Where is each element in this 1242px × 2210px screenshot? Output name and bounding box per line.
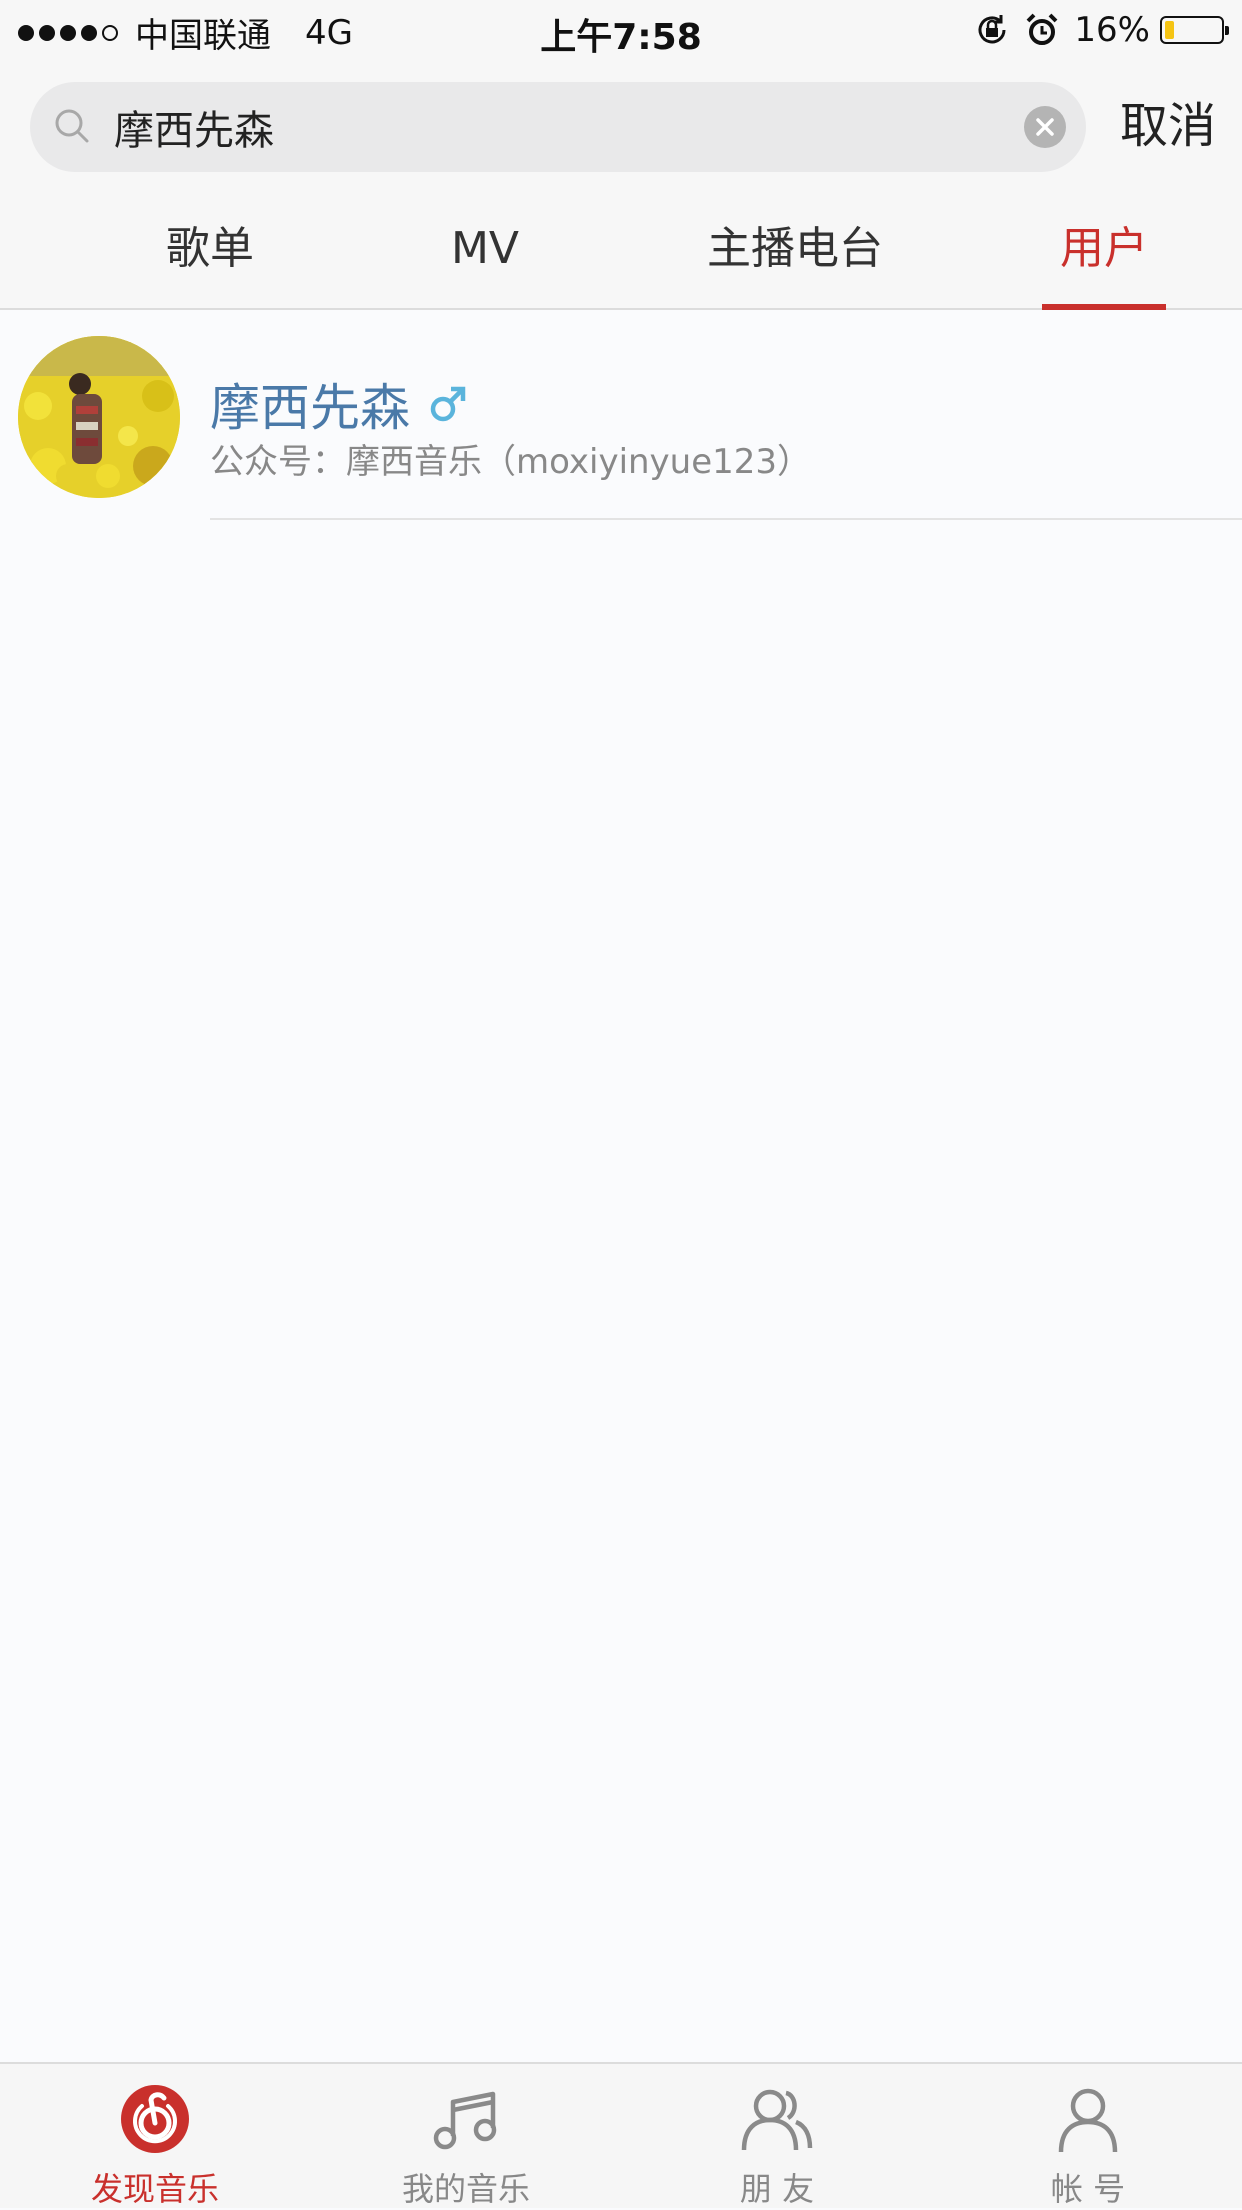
active-tab-indicator xyxy=(1042,304,1166,310)
search-box[interactable] xyxy=(30,82,1086,172)
avatar xyxy=(18,336,180,498)
tabbar-label: 帐 号 xyxy=(1050,2170,1126,2208)
tabbar-item-account[interactable]: 帐 号 xyxy=(933,2064,1242,2208)
tabbar-label: 发现音乐 xyxy=(90,2170,219,2208)
netease-music-icon xyxy=(0,2082,310,2156)
tab-mv[interactable]: MV xyxy=(395,190,575,308)
tabbar-item-discover[interactable]: 发现音乐 xyxy=(0,2064,310,2208)
search-icon xyxy=(52,106,92,150)
cancel-button[interactable]: 取消 xyxy=(1120,86,1216,166)
status-right: 16% xyxy=(974,10,1229,50)
alarm-icon xyxy=(1024,12,1060,48)
user-name-line: 摩西先森 xyxy=(210,368,468,440)
rotation-lock-icon xyxy=(974,12,1010,48)
status-bar: 中国联通 4G 上午7:58 16% xyxy=(0,0,1242,62)
battery-level xyxy=(1165,21,1174,39)
clear-search-button[interactable] xyxy=(1024,106,1066,148)
tabbar-label: 朋 友 xyxy=(739,2170,815,2208)
user-description: 公众号：摩西音乐（moxiyinyue123） xyxy=(210,442,812,482)
tabbar-label: 我的音乐 xyxy=(401,2170,530,2208)
bottom-tab-bar: 发现音乐 我的音乐 朋 友 帐 号 xyxy=(0,2062,1242,2208)
tab-users[interactable]: 用户 xyxy=(1042,190,1166,310)
search-input[interactable] xyxy=(114,82,1014,172)
tabbar-item-my-music[interactable]: 我的音乐 xyxy=(311,2064,621,2208)
list-item[interactable]: 摩西先森 公众号：摩西音乐（moxiyinyue123） xyxy=(0,312,1242,520)
close-icon xyxy=(1036,118,1054,136)
male-icon xyxy=(428,384,468,424)
music-note-icon xyxy=(311,2082,621,2156)
battery-icon xyxy=(1160,16,1229,44)
divider xyxy=(210,518,1242,520)
tab-radio[interactable]: 主播电台 xyxy=(690,190,900,308)
tabbar-item-friends[interactable]: 朋 友 xyxy=(622,2064,932,2208)
search-header: 取消 xyxy=(0,62,1242,190)
tab-playlists[interactable]: 歌单 xyxy=(120,190,300,308)
battery-percent: 16% xyxy=(1074,10,1150,50)
friends-icon xyxy=(622,2082,932,2156)
account-icon xyxy=(933,2082,1242,2156)
search-category-tabs: 歌单 MV 主播电台 用户 xyxy=(0,190,1242,310)
user-name: 摩西先森 xyxy=(210,379,410,437)
